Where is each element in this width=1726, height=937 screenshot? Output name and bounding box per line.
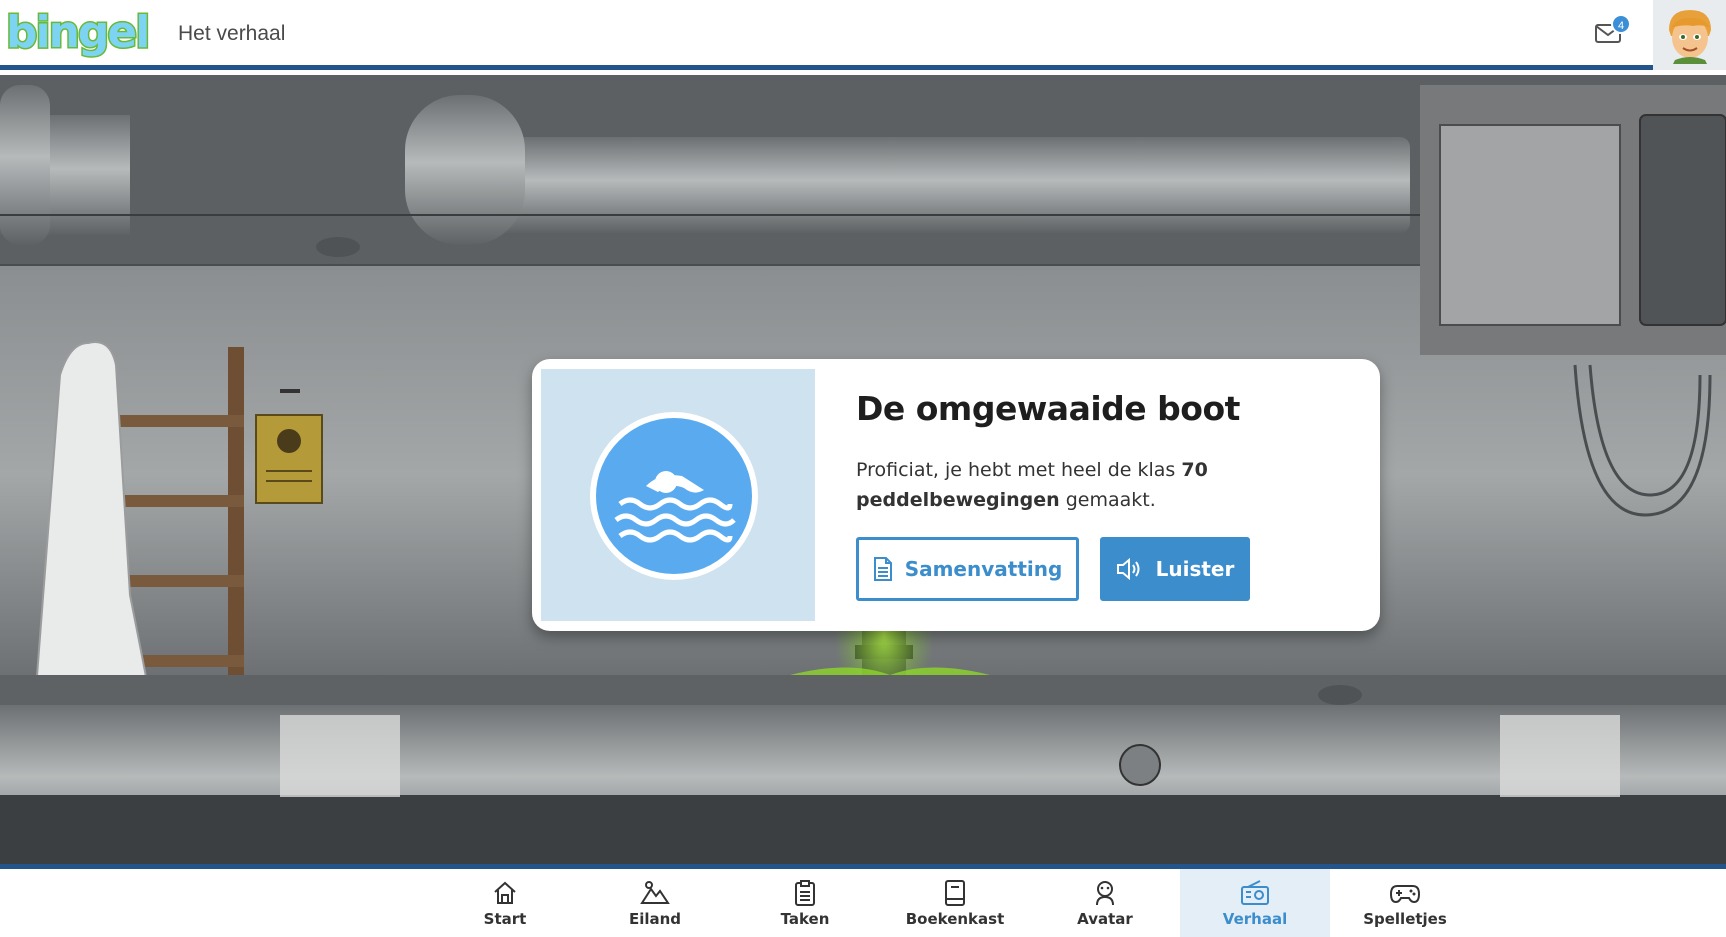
mail-count-badge: 4 — [1611, 14, 1631, 34]
nav-item-avatar[interactable]: Avatar — [1030, 869, 1180, 937]
story-message: Proficiat, je hebt met heel de klas 70 p… — [856, 455, 1276, 515]
swimmer-icon — [590, 412, 758, 580]
nav-label-start: Start — [483, 910, 527, 928]
page-title: Het verhaal — [178, 22, 286, 45]
document-icon — [873, 557, 892, 581]
nav-label-boekenkast: Boekenkast — [905, 910, 1005, 928]
story-card: De omgewaaide boot Proficiat, je hebt me… — [532, 359, 1380, 631]
listen-button[interactable]: Luister — [1100, 537, 1250, 601]
nav-label-avatar: Avatar — [1077, 910, 1133, 928]
nav-item-eiland[interactable]: Eiland — [580, 869, 730, 937]
summary-button[interactable]: Samenvatting — [856, 537, 1079, 601]
gamepad-icon — [1389, 885, 1421, 904]
nav-label-eiland: Eiland — [628, 910, 682, 928]
mountain-icon — [640, 881, 670, 904]
story-message-start: Proficiat, je hebt met heel de klas — [856, 459, 1182, 481]
summary-button-label: Samenvatting — [904, 557, 1063, 581]
bottom-navigation: Start Eiland Taken Boekenkast Avatar Ver… — [0, 869, 1726, 937]
radio-icon — [1241, 880, 1269, 905]
nav-label-verhaal: Verhaal — [1222, 910, 1288, 928]
nav-label-spelletjes: Spelletjes — [1363, 910, 1447, 928]
avatar-button[interactable] — [1653, 0, 1726, 70]
home-icon — [494, 881, 516, 904]
clipboard-icon — [795, 880, 815, 906]
nav-item-taken[interactable]: Taken — [730, 869, 880, 937]
bingel-logo[interactable]: bingel — [4, 6, 151, 59]
listen-button-label: Luister — [1155, 557, 1235, 581]
person-icon — [1096, 881, 1114, 906]
nav-item-start[interactable]: Start — [430, 869, 580, 937]
speaker-icon — [1116, 557, 1140, 581]
story-message-end: gemaakt. — [1059, 489, 1156, 511]
story-card-image — [541, 369, 815, 621]
top-bar: bingel Het verhaal 4 — [0, 0, 1726, 70]
story-title: De omgewaaide boot — [856, 389, 1240, 428]
book-icon — [945, 880, 965, 906]
nav-label-taken: Taken — [780, 910, 830, 928]
nav-item-verhaal[interactable]: Verhaal — [1180, 869, 1330, 937]
avatar-icon — [1669, 10, 1711, 64]
nav-item-spelletjes[interactable]: Spelletjes — [1330, 869, 1480, 937]
nav-item-boekenkast[interactable]: Boekenkast — [880, 869, 1030, 937]
story-scene: De omgewaaide boot Proficiat, je hebt me… — [0, 75, 1726, 865]
